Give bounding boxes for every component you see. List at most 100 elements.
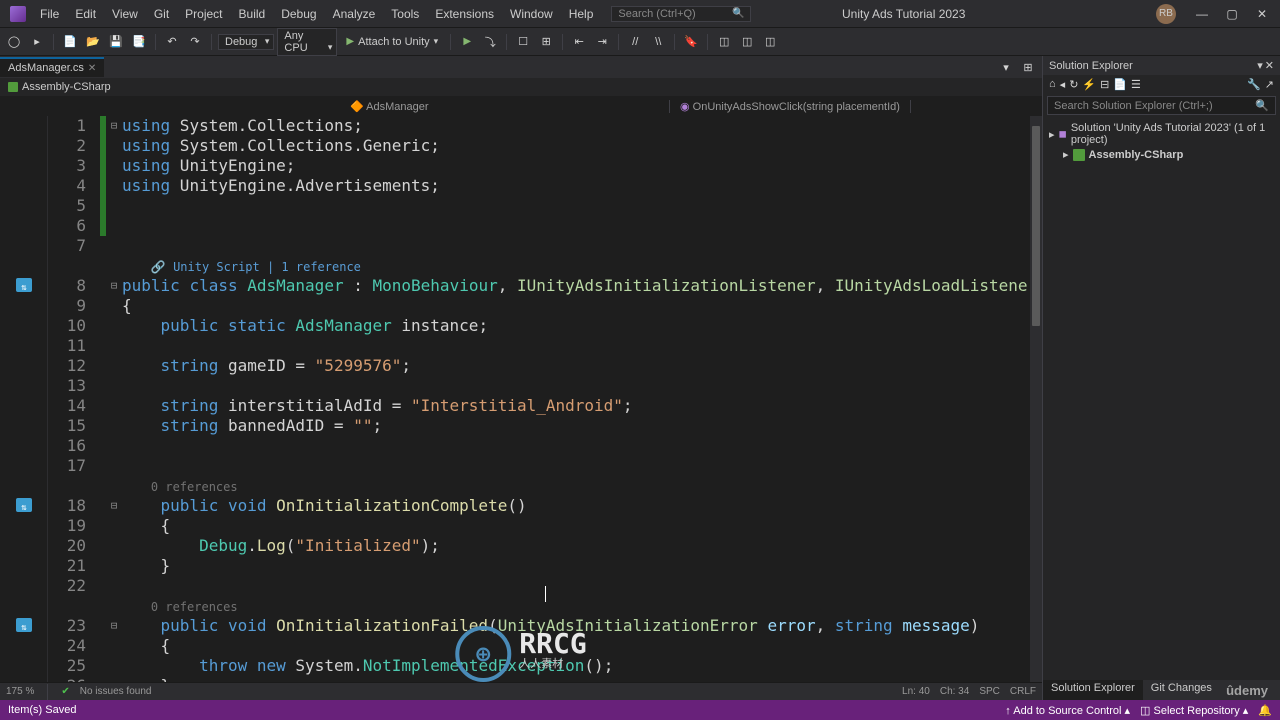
fold-toggle[interactable]: ⊟	[106, 616, 122, 636]
fold-toggle[interactable]: ⊟	[106, 276, 122, 296]
select-repository[interactable]: ◫ Select Repository ▴	[1140, 704, 1248, 717]
fold-toggle[interactable]	[106, 236, 122, 256]
comment[interactable]: //	[625, 32, 645, 52]
fold-toggle[interactable]	[106, 596, 122, 616]
sync-icon[interactable]: ↻	[1069, 78, 1078, 91]
bookmark[interactable]: 🔖	[681, 32, 701, 52]
uncomment[interactable]: \\	[648, 32, 668, 52]
config-dropdown[interactable]: Debug	[218, 34, 274, 50]
wrench-icon[interactable]: 🔧	[1247, 78, 1261, 91]
fold-toggle[interactable]	[106, 156, 122, 176]
fold-toggle[interactable]	[106, 396, 122, 416]
fold-toggle[interactable]	[106, 356, 122, 376]
minimize-button[interactable]: —	[1188, 4, 1216, 24]
filter-icon[interactable]: ⚡	[1082, 78, 1096, 91]
menu-build[interactable]: Build	[231, 3, 274, 25]
open-button[interactable]: 📂	[83, 32, 103, 52]
properties-icon[interactable]: ☰	[1131, 78, 1141, 91]
menu-extensions[interactable]: Extensions	[427, 3, 502, 25]
back-button[interactable]: ◯	[4, 32, 24, 52]
fold-toggle[interactable]	[106, 316, 122, 336]
asm-tab[interactable]: Assembly-CSharp	[0, 80, 119, 94]
fold-toggle[interactable]	[106, 456, 122, 476]
fold-toggle[interactable]	[106, 516, 122, 536]
save-all-button[interactable]: 📑	[129, 32, 149, 52]
fold-toggle[interactable]	[106, 196, 122, 216]
tab-git-changes[interactable]: Git Changes	[1143, 680, 1220, 700]
split-icon[interactable]: ⊞	[1018, 57, 1038, 77]
menu-view[interactable]: View	[104, 3, 146, 25]
back-icon[interactable]: ◂	[1060, 78, 1066, 91]
expand-icon[interactable]: ▸	[1049, 128, 1055, 141]
vertical-scrollbar[interactable]	[1030, 116, 1042, 682]
home-icon[interactable]: ⌂	[1049, 78, 1056, 91]
menu-debug[interactable]: Debug	[273, 3, 324, 25]
show-all-icon[interactable]: 📄	[1113, 78, 1127, 91]
fold-toggle[interactable]	[106, 176, 122, 196]
add-source-control[interactable]: ↑ Add to Source Control ▴	[1005, 704, 1130, 717]
fold-toggle[interactable]	[106, 136, 122, 156]
save-button[interactable]: 💾	[106, 32, 126, 52]
solution-node[interactable]: ▸ ◼ Solution 'Unity Ads Tutorial 2023' (…	[1047, 121, 1276, 147]
attach-unity-button[interactable]: ▶ Attach to Unity ▾	[340, 34, 444, 50]
user-avatar[interactable]: RB	[1156, 4, 1176, 24]
spaces-indicator[interactable]: SPC	[979, 686, 1000, 697]
panel-close-icon[interactable]: ✕	[1265, 59, 1274, 72]
notifications-icon[interactable]: 🔔	[1258, 704, 1272, 717]
fold-toggle[interactable]	[106, 656, 122, 676]
file-tab-adsmanager[interactable]: AdsManager.cs ✕	[0, 57, 104, 77]
zoom-level[interactable]: 175 %	[6, 686, 34, 697]
collapse-icon[interactable]: ⊟	[1100, 78, 1109, 91]
solution-explorer-title[interactable]: Solution Explorer ▾ ✕	[1043, 56, 1280, 75]
indent-left[interactable]: ⇤	[569, 32, 589, 52]
fold-toggle[interactable]	[106, 576, 122, 596]
menu-analyze[interactable]: Analyze	[325, 3, 384, 25]
menu-file[interactable]: File	[32, 3, 67, 25]
menu-git[interactable]: Git	[146, 3, 177, 25]
tab-solution-explorer[interactable]: Solution Explorer	[1043, 680, 1143, 700]
breadcrumb-method[interactable]: ◉ OnUnityAdsShowClick(string placementId…	[670, 100, 911, 113]
redo-button[interactable]: ↷	[185, 32, 205, 52]
fold-toggle[interactable]	[106, 556, 122, 576]
expand-icon[interactable]: ▸	[1063, 148, 1069, 161]
panel-pin-icon[interactable]: ▾	[1257, 59, 1263, 72]
fold-toggle[interactable]	[106, 376, 122, 396]
fold-toggle[interactable]	[106, 336, 122, 356]
view-switch-icon[interactable]: ↗	[1265, 78, 1274, 91]
eol-indicator[interactable]: CRLF	[1010, 686, 1036, 697]
fold-toggle[interactable]: ⊟	[106, 496, 122, 516]
start-button[interactable]: ▶	[457, 32, 477, 52]
step-button[interactable]: ⤵	[480, 32, 500, 52]
project-node[interactable]: ▸ Assembly-CSharp	[1047, 147, 1276, 162]
undo-button[interactable]: ↶	[162, 32, 182, 52]
line-indicator[interactable]: Ln: 40	[902, 686, 930, 697]
scroll-thumb[interactable]	[1032, 126, 1040, 326]
fold-toggle[interactable]	[106, 636, 122, 656]
menu-help[interactable]: Help	[561, 3, 602, 25]
fold-toggle[interactable]	[106, 296, 122, 316]
fold-toggle[interactable]	[106, 536, 122, 556]
close-tab-icon[interactable]: ✕	[88, 63, 96, 74]
platform-dropdown[interactable]: Any CPU	[277, 28, 337, 56]
new-item-button[interactable]: 📄	[60, 32, 80, 52]
breadcrumb-class[interactable]: 🔶 AdsManager	[340, 100, 670, 113]
issues-label[interactable]: No issues found	[80, 686, 152, 697]
maximize-button[interactable]: ▢	[1218, 4, 1246, 24]
fold-toggle[interactable]	[106, 416, 122, 436]
solution-search-input[interactable]: Search Solution Explorer (Ctrl+;) 🔍	[1047, 96, 1276, 115]
tool-2[interactable]: ⊞	[536, 32, 556, 52]
tool-3[interactable]: ◫	[714, 32, 734, 52]
fold-toggle[interactable]	[106, 216, 122, 236]
tool-4[interactable]: ◫	[737, 32, 757, 52]
tool-5[interactable]: ◫	[760, 32, 780, 52]
fold-toggle[interactable]	[106, 256, 122, 276]
tool-1[interactable]: ☐	[513, 32, 533, 52]
menu-edit[interactable]: Edit	[67, 3, 104, 25]
tab-overflow-icon[interactable]: ▾	[996, 57, 1016, 77]
menu-tools[interactable]: Tools	[383, 3, 427, 25]
close-button[interactable]: ✕	[1248, 4, 1276, 24]
indent-right[interactable]: ⇥	[592, 32, 612, 52]
code-editor[interactable]: ⇅⇅⇅⇅ 12345678910111213141516171819202122…	[0, 116, 1042, 682]
fold-toggle[interactable]	[106, 676, 122, 682]
menu-window[interactable]: Window	[502, 3, 561, 25]
